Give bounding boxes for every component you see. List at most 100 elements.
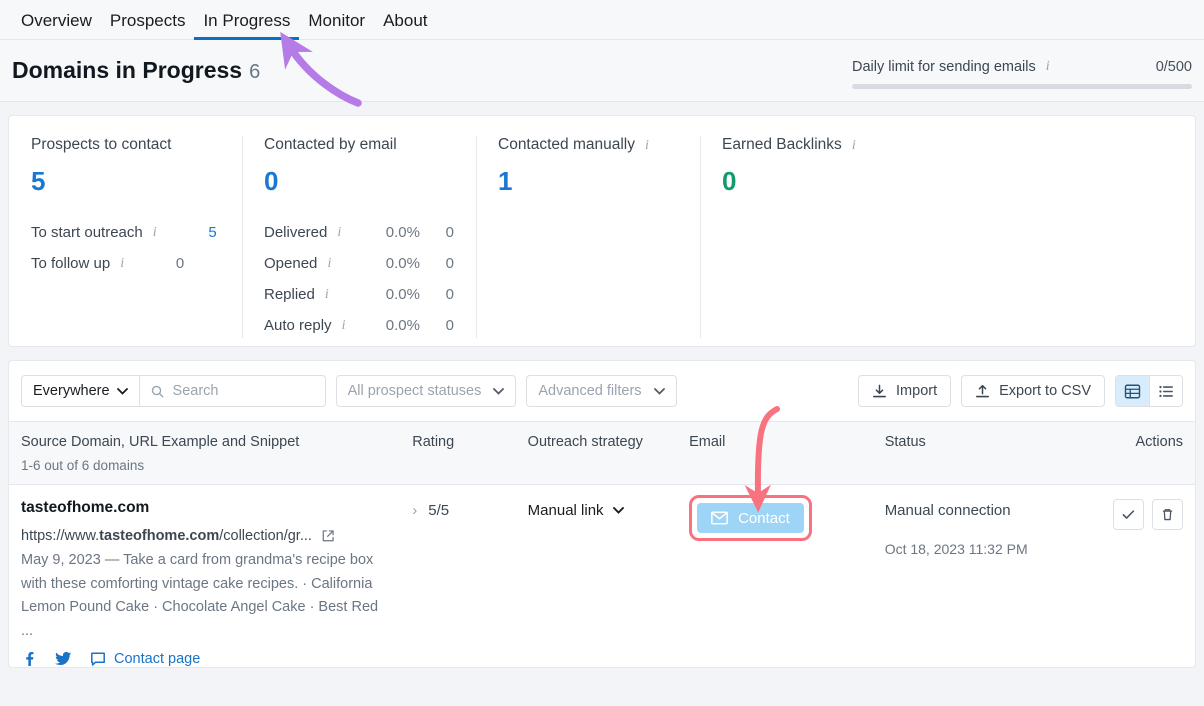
stat-title-text: Contacted manually bbox=[498, 136, 635, 153]
stat-contacted-manually: Contacted manually i 1 bbox=[476, 136, 700, 346]
stat-value: 0 bbox=[264, 166, 454, 197]
info-icon[interactable]: i bbox=[641, 138, 653, 154]
list-view-button[interactable] bbox=[1149, 376, 1182, 406]
info-icon[interactable]: i bbox=[848, 138, 860, 154]
info-icon[interactable]: i bbox=[1042, 59, 1054, 75]
page-title-text: Domains in Progress bbox=[12, 57, 242, 83]
chevron-down-icon bbox=[493, 388, 504, 395]
scope-dropdown[interactable]: Everywhere bbox=[22, 376, 140, 406]
tab-monitor-label: Monitor bbox=[308, 11, 365, 30]
stat-row-label: Auto reply bbox=[264, 317, 332, 334]
stat-value: 0 bbox=[722, 166, 938, 197]
tab-monitor[interactable]: Monitor bbox=[299, 12, 374, 39]
stat-row-label: Opened bbox=[264, 255, 317, 272]
cell-actions bbox=[1105, 499, 1183, 667]
search-input[interactable] bbox=[173, 383, 314, 399]
stat-breakdown: Delivered i 0.0% 0 Opened i 0.0% 0 Repli… bbox=[264, 217, 454, 341]
contact-page-link[interactable]: Contact page bbox=[90, 651, 200, 667]
table-header-row: Source Domain, URL Example and Snippet 1… bbox=[9, 421, 1195, 485]
list-view-icon bbox=[1158, 383, 1175, 400]
stat-value: 1 bbox=[498, 166, 678, 197]
contact-page-label: Contact page bbox=[114, 651, 200, 667]
import-button-label: Import bbox=[896, 383, 937, 399]
facebook-link[interactable] bbox=[21, 651, 37, 667]
stat-title-text: Prospects to contact bbox=[31, 136, 171, 153]
outreach-strategy-dropdown[interactable]: Manual link bbox=[528, 499, 689, 519]
chevron-down-icon bbox=[117, 388, 128, 395]
scope-dropdown-label: Everywhere bbox=[33, 383, 110, 399]
tab-about-label: About bbox=[383, 11, 427, 30]
info-icon[interactable]: i bbox=[116, 256, 128, 272]
search-icon bbox=[151, 384, 164, 399]
info-icon[interactable]: i bbox=[149, 225, 161, 241]
tab-in-progress[interactable]: In Progress bbox=[194, 12, 299, 39]
stat-breakdown: To start outreach i 5 To follow up i 0 bbox=[31, 217, 220, 279]
daily-limit-progressbar bbox=[852, 84, 1192, 89]
tab-prospects[interactable]: Prospects bbox=[101, 12, 195, 39]
tab-about[interactable]: About bbox=[374, 12, 436, 39]
row-snippet: May 9, 2023 — Take a card from grandma's… bbox=[21, 549, 381, 644]
row-status-date: Oct 18, 2023 11:32 PM bbox=[885, 541, 1105, 557]
row-url: https://www.tasteofhome.com/collection/g… bbox=[21, 528, 412, 544]
stat-row: Opened i 0.0% 0 bbox=[264, 248, 454, 279]
info-icon[interactable]: i bbox=[333, 225, 345, 241]
daily-limit-label: Daily limit for sending emails bbox=[852, 59, 1036, 75]
row-url-suffix: /collection/gr... bbox=[219, 528, 312, 544]
info-icon[interactable]: i bbox=[323, 256, 335, 272]
tab-overview[interactable]: Overview bbox=[12, 12, 101, 39]
cell-source-domain: tasteofhome.com https://www.tasteofhome.… bbox=[21, 499, 412, 667]
stat-row-count: 0 bbox=[420, 286, 454, 303]
facebook-icon bbox=[21, 651, 37, 667]
stat-row-count: 0 bbox=[420, 317, 454, 334]
export-icon bbox=[975, 384, 990, 399]
stat-row-count[interactable]: 5 bbox=[161, 224, 217, 241]
prospect-status-filter[interactable]: All prospect statuses bbox=[336, 375, 517, 407]
import-button[interactable]: Import bbox=[858, 375, 951, 407]
table-view-button[interactable] bbox=[1116, 376, 1149, 406]
contact-button-highlight: Contact bbox=[689, 495, 812, 541]
stat-row: Delivered i 0.0% 0 bbox=[264, 217, 454, 248]
chevron-down-icon bbox=[654, 388, 665, 395]
advanced-filters-label: Advanced filters bbox=[538, 383, 641, 399]
row-rating-value: 5/5 bbox=[428, 502, 449, 519]
twitter-link[interactable] bbox=[55, 651, 72, 667]
stat-row-label: Replied bbox=[264, 286, 315, 303]
stat-title-text: Contacted by email bbox=[264, 136, 397, 153]
stat-row: To start outreach i 5 bbox=[31, 217, 220, 248]
outreach-strategy-label: Manual link bbox=[528, 502, 604, 519]
stat-prospects-to-contact: Prospects to contact 5 To start outreach… bbox=[9, 136, 242, 346]
external-link-icon[interactable] bbox=[321, 529, 335, 543]
cell-email: Contact bbox=[689, 499, 885, 667]
trash-icon bbox=[1160, 507, 1175, 522]
stat-value: 5 bbox=[31, 166, 220, 197]
page-header: Domains in Progress6 Daily limit for sen… bbox=[0, 40, 1204, 102]
stat-title: Prospects to contact bbox=[31, 136, 220, 154]
stat-title: Contacted by email bbox=[264, 136, 454, 154]
daily-limit-value: 0/500 bbox=[1156, 59, 1192, 75]
th-email: Email bbox=[689, 434, 885, 473]
contact-button[interactable]: Contact bbox=[697, 503, 804, 533]
main-navigation: Overview Prospects In Progress Monitor A… bbox=[0, 0, 1204, 40]
delete-button[interactable] bbox=[1152, 499, 1183, 530]
export-csv-button[interactable]: Export to CSV bbox=[961, 375, 1105, 407]
table-row: tasteofhome.com https://www.tasteofhome.… bbox=[9, 485, 1195, 667]
info-icon[interactable]: i bbox=[338, 318, 350, 334]
stat-title: Earned Backlinksi bbox=[722, 136, 938, 154]
stat-title: Contacted manually i bbox=[498, 136, 678, 154]
expand-rating-icon[interactable]: › bbox=[412, 502, 417, 519]
stat-earned-backlinks: Earned Backlinksi 0 bbox=[700, 136, 960, 346]
mark-done-button[interactable] bbox=[1113, 499, 1144, 530]
info-icon[interactable]: i bbox=[321, 287, 333, 303]
tab-prospects-label: Prospects bbox=[110, 11, 186, 30]
advanced-filters-button[interactable]: Advanced filters bbox=[526, 375, 676, 407]
th-actions: Actions bbox=[1105, 434, 1183, 473]
check-icon bbox=[1121, 507, 1136, 522]
stat-contacted-by-email: Contacted by email 0 Delivered i 0.0% 0 … bbox=[242, 136, 476, 346]
table-view-icon bbox=[1124, 383, 1141, 400]
tab-overview-label: Overview bbox=[21, 11, 92, 30]
row-domain-name[interactable]: tasteofhome.com bbox=[21, 499, 412, 517]
stat-row-count: 0 bbox=[420, 224, 454, 241]
app-root: Overview Prospects In Progress Monitor A… bbox=[0, 0, 1204, 706]
row-status-text: Manual connection bbox=[885, 499, 1105, 519]
row-social-links: Contact page bbox=[21, 651, 412, 667]
